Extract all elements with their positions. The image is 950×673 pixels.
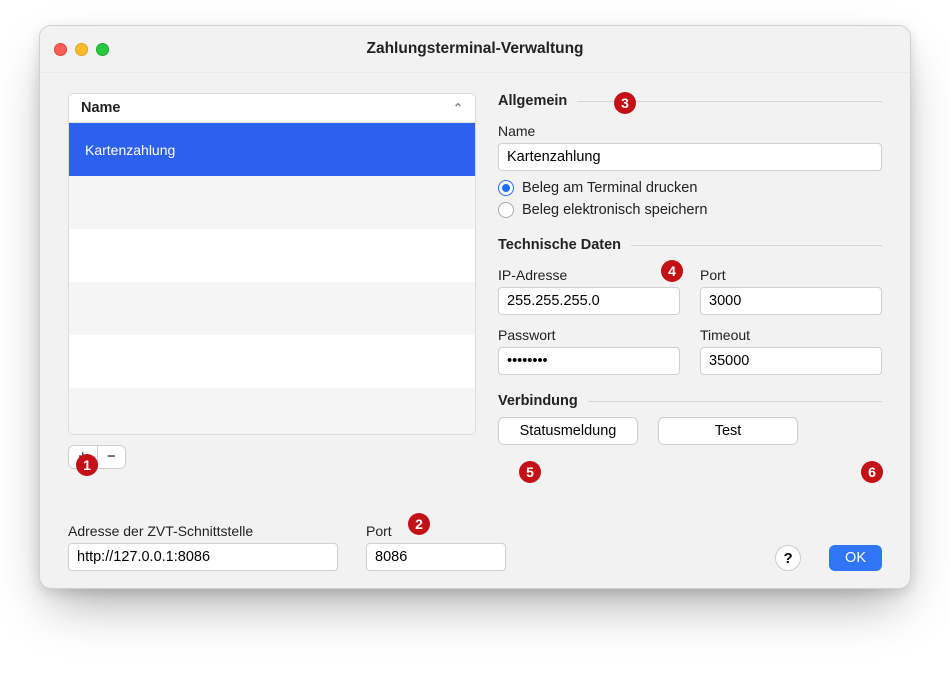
radio-icon — [498, 180, 514, 196]
table-row-empty — [69, 229, 475, 282]
annotation-2: 2 — [408, 513, 430, 535]
traffic-lights — [54, 26, 109, 72]
receipt-radio-group: Beleg am Terminal drucken Beleg elektron… — [498, 177, 882, 221]
annotation-4: 4 — [661, 260, 683, 282]
annotation-5: 5 — [519, 461, 541, 483]
annotation-1: 1 — [76, 454, 98, 476]
minimize-icon[interactable] — [75, 43, 88, 56]
name-input[interactable] — [498, 143, 882, 171]
section-tech-label: Technische Daten — [498, 237, 621, 253]
zvt-addr-input[interactable] — [68, 543, 338, 571]
zvt-addr-label: Adresse der ZVT-Schnittstelle — [68, 523, 338, 539]
ip-label: IP-Adresse — [498, 267, 680, 283]
radio-print-terminal[interactable]: Beleg am Terminal drucken — [498, 177, 882, 199]
table-row-empty — [69, 282, 475, 335]
radio-store-label: Beleg elektronisch speichern — [522, 202, 707, 218]
password-label: Passwort — [498, 327, 680, 343]
ok-button[interactable]: OK — [829, 545, 882, 571]
close-icon[interactable] — [54, 43, 67, 56]
section-tech: Technische Daten — [498, 237, 882, 253]
remove-button[interactable]: − — [98, 446, 126, 468]
radio-store-electronic[interactable]: Beleg elektronisch speichern — [498, 199, 882, 221]
ip-input[interactable] — [498, 287, 680, 315]
timeout-label: Timeout — [700, 327, 882, 343]
annotation-3: 3 — [614, 92, 636, 114]
row-name: Kartenzahlung — [85, 142, 175, 158]
radio-print-label: Beleg am Terminal drucken — [522, 180, 697, 196]
table-row-empty — [69, 176, 475, 229]
titlebar: Zahlungsterminal-Verwaltung — [40, 26, 910, 73]
chevron-up-icon: ⌃ — [453, 101, 463, 115]
port-input[interactable] — [700, 287, 882, 315]
window-title: Zahlungsterminal-Verwaltung — [366, 40, 583, 57]
column-header-name: Name — [81, 100, 121, 116]
annotation-6: 6 — [861, 461, 883, 483]
terminal-table[interactable]: Name ⌃ Kartenzahlung — [68, 93, 476, 435]
status-button[interactable]: Statusmeldung — [498, 417, 638, 445]
port-label: Port — [700, 267, 882, 283]
section-connection: Verbindung — [498, 393, 882, 409]
table-row-empty — [69, 388, 475, 434]
dialog-window: Zahlungsterminal-Verwaltung Name ⌃ Karte… — [39, 25, 911, 589]
section-general-label: Allgemein — [498, 93, 567, 109]
help-button[interactable]: ? — [775, 545, 801, 571]
table-row-empty — [69, 335, 475, 388]
test-button[interactable]: Test — [658, 417, 798, 445]
name-label: Name — [498, 123, 882, 139]
section-general: Allgemein — [498, 93, 882, 109]
password-input[interactable] — [498, 347, 680, 375]
table-header[interactable]: Name ⌃ — [69, 94, 475, 123]
zoom-icon[interactable] — [96, 43, 109, 56]
zvt-port-input[interactable] — [366, 543, 506, 571]
timeout-input[interactable] — [700, 347, 882, 375]
radio-icon — [498, 202, 514, 218]
zvt-port-label: Port — [366, 523, 506, 539]
table-row[interactable]: Kartenzahlung — [69, 123, 475, 176]
section-connection-label: Verbindung — [498, 393, 578, 409]
